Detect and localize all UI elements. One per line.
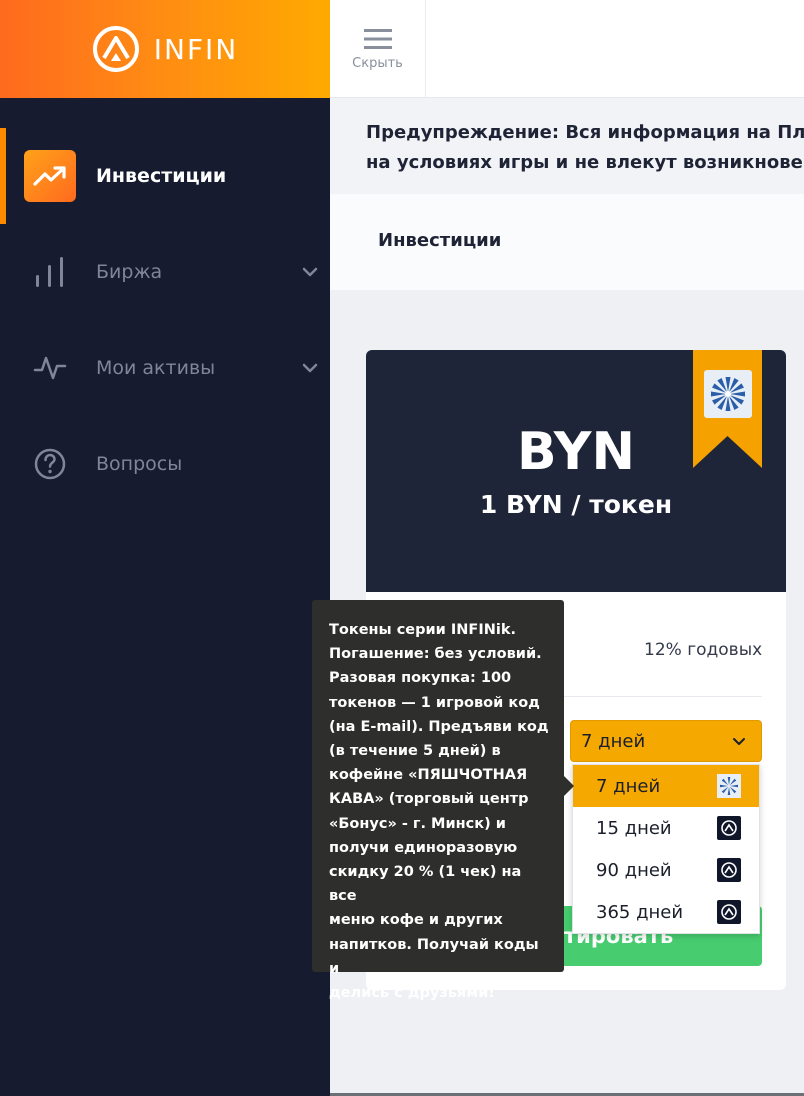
period-option-7[interactable]: 7 дней [573, 765, 759, 807]
question-circle-icon [24, 438, 76, 490]
logo-bar[interactable]: INFIN [0, 0, 330, 98]
sidebar-item-exchange[interactable]: Биржа [0, 224, 330, 320]
divider [560, 696, 762, 697]
bar-chart-icon [24, 246, 76, 298]
period-option-90[interactable]: 90 дней [573, 849, 759, 891]
tooltip-line: скидку 20 % (1 чек) на все [329, 864, 522, 905]
warning-banner: Предупреждение: Вся информация на Пл на … [330, 98, 804, 194]
chevron-down-icon[interactable] [300, 358, 320, 378]
tooltip-arrow [564, 776, 574, 796]
sidebar-item-label: Мои активы [96, 357, 216, 379]
top-header: Скрыть [330, 0, 804, 98]
sidebar-item-questions[interactable]: Вопросы [0, 416, 330, 512]
tooltip-line: напитков. Получай коды и [329, 936, 539, 977]
warning-line-1: Предупреждение: Вся информация на Пл [366, 122, 804, 143]
chevron-down-icon[interactable] [300, 262, 320, 282]
warning-line-2: на условиях игры и не влекут возникнове [366, 152, 803, 173]
period-option-label: 365 дней [596, 901, 684, 923]
period-option-15[interactable]: 15 дней [573, 807, 759, 849]
tooltip-line: токенов — 1 игровой код [329, 694, 540, 711]
hide-sidebar-label: Скрыть [352, 55, 403, 71]
tooltip-line: (на E-mail). Предъяви код [329, 718, 549, 735]
trending-up-icon [24, 150, 76, 202]
page-title: Инвестиции [330, 194, 804, 290]
card-header: BYN 1 BYN / токен [366, 350, 786, 592]
brand-name: INFIN [153, 32, 239, 66]
period-option-label: 15 дней [596, 817, 672, 839]
period-option-365[interactable]: 365 дней [573, 891, 759, 933]
coin-logo-icon [717, 774, 741, 798]
infin-logo-icon [92, 26, 139, 72]
sidebar: Инвестиции Биржа Мои активы Вопросы [0, 98, 330, 1096]
infin-logo-icon [717, 858, 741, 882]
tooltip-line: (в течение 5 дней) в [329, 743, 501, 760]
tooltip-line: меню кофе и других [329, 912, 503, 929]
coin-logo-icon [704, 370, 752, 418]
sidebar-item-label: Биржа [96, 261, 163, 283]
tooltip-line: делись с друзьями! [329, 985, 495, 1002]
tooltip-line: Разовая покупка: 100 [329, 670, 512, 687]
rate-value: 12% годовых [644, 640, 763, 660]
tooltip-line: кофейне «ПЯШЧОТНАЯ [329, 767, 528, 784]
infin-logo-icon [717, 816, 741, 840]
tooltip-line: «Бонус» - г. Минск) и [329, 815, 506, 832]
tooltip-line: Токены серии INFINik. [329, 622, 516, 638]
period-option-label: 90 дней [596, 859, 672, 881]
hamburger-menu-icon [363, 28, 392, 49]
chevron-down-icon [733, 738, 745, 745]
tooltip-line: Погашение: без условий. [329, 646, 542, 663]
period-dropdown: 7 дней 15 дней 90 дней 365 дней [572, 764, 760, 934]
tooltip-line: получи единоразовую [329, 839, 518, 856]
card-subtitle: 1 BYN / токен [479, 490, 673, 519]
token-info-tooltip: Токены серии INFINik. Погашение: без усл… [312, 600, 564, 1001]
tooltip-line: КАВА» (торговый центр [329, 791, 529, 808]
infin-logo-icon [717, 900, 741, 924]
sidebar-item-my-assets[interactable]: Мои активы [0, 320, 330, 416]
period-option-label: 7 дней [596, 775, 661, 797]
period-select[interactable]: 7 дней [570, 720, 762, 762]
sidebar-item-label: Инвестиции [96, 165, 227, 187]
activity-icon [24, 342, 76, 394]
sidebar-item-label: Вопросы [96, 453, 183, 475]
hide-sidebar-button[interactable]: Скрыть [330, 0, 426, 98]
period-select-value: 7 дней [581, 730, 646, 752]
sidebar-item-investments[interactable]: Инвестиции [0, 128, 330, 224]
